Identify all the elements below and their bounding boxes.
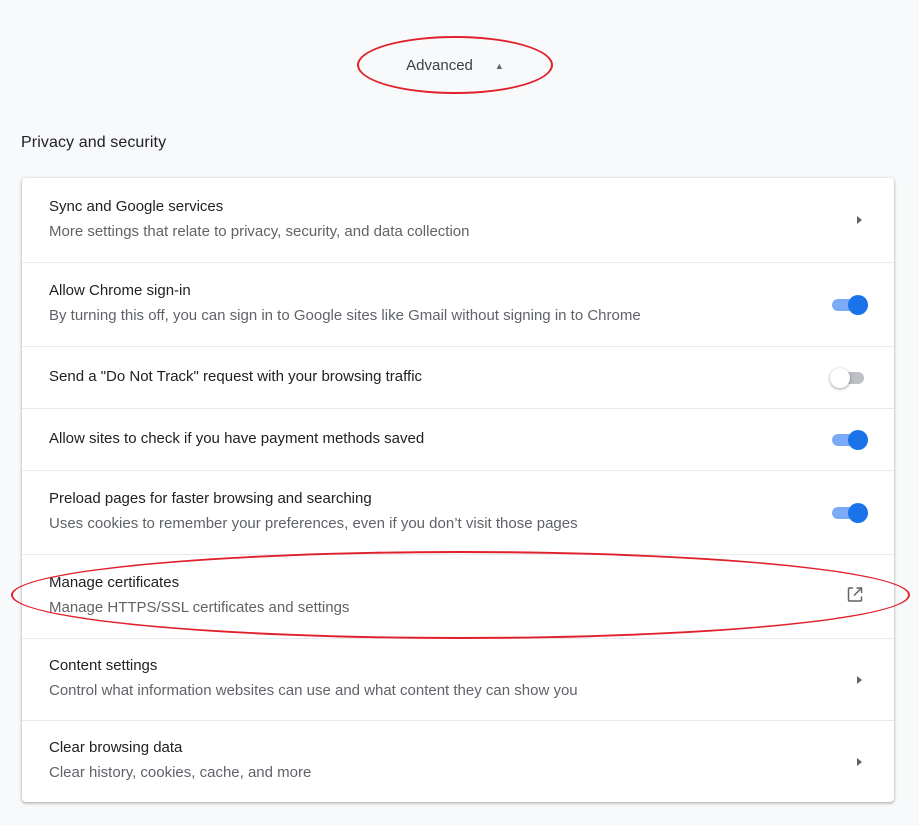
row-sublabel: Clear history, cookies, cache, and more	[49, 764, 312, 781]
caret-up-icon: ▲	[494, 60, 504, 71]
row-label: Send a "Do Not Track" request with your …	[49, 368, 423, 385]
row-sublabel: More settings that relate to privacy, se…	[49, 223, 470, 240]
arrow-right-icon	[857, 675, 862, 684]
preload-pages-toggle[interactable]	[830, 502, 868, 523]
row-sync-google-services[interactable]: Sync and Google services More settings t…	[22, 178, 894, 262]
row-sublabel: Uses cookies to remember your preference…	[49, 515, 578, 532]
row-payment-methods[interactable]: Allow sites to check if you have payment…	[22, 408, 894, 470]
arrow-right-icon	[857, 216, 862, 224]
row-label: Manage certificates	[49, 574, 180, 591]
row-label: Clear browsing data	[49, 739, 183, 756]
row-sublabel: By turning this off, you can sign in to …	[49, 307, 641, 324]
row-sublabel: Control what information websites can us…	[49, 682, 578, 699]
row-content-settings[interactable]: Content settings Control what informatio…	[22, 638, 894, 720]
external-link-icon	[847, 586, 863, 602]
advanced-label: Advanced	[406, 56, 473, 74]
row-sublabel: Manage HTTPS/SSL certificates and settin…	[49, 599, 350, 616]
row-manage-certificates[interactable]: Manage certificates Manage HTTPS/SSL cer…	[22, 554, 894, 638]
row-label: Sync and Google services	[49, 198, 224, 215]
row-clear-browsing-data[interactable]: Clear browsing data Clear history, cooki…	[22, 720, 894, 802]
privacy-settings-card: Sync and Google services More settings t…	[22, 178, 894, 802]
row-preload-pages[interactable]: Preload pages for faster browsing and se…	[22, 470, 894, 554]
payment-methods-toggle[interactable]	[830, 429, 868, 450]
allow-signin-toggle[interactable]	[830, 294, 868, 315]
row-label: Allow sites to check if you have payment…	[49, 430, 425, 447]
row-do-not-track[interactable]: Send a "Do Not Track" request with your …	[22, 346, 894, 408]
row-label: Content settings	[49, 657, 158, 674]
advanced-button[interactable]: Advanced ▲	[358, 36, 552, 94]
row-label: Allow Chrome sign-in	[49, 282, 191, 299]
do-not-track-toggle[interactable]	[830, 367, 868, 388]
row-label: Preload pages for faster browsing and se…	[49, 490, 372, 507]
section-title: Privacy and security	[21, 134, 167, 151]
arrow-right-icon	[857, 757, 862, 766]
row-allow-chrome-signin[interactable]: Allow Chrome sign-in By turning this off…	[22, 262, 894, 346]
